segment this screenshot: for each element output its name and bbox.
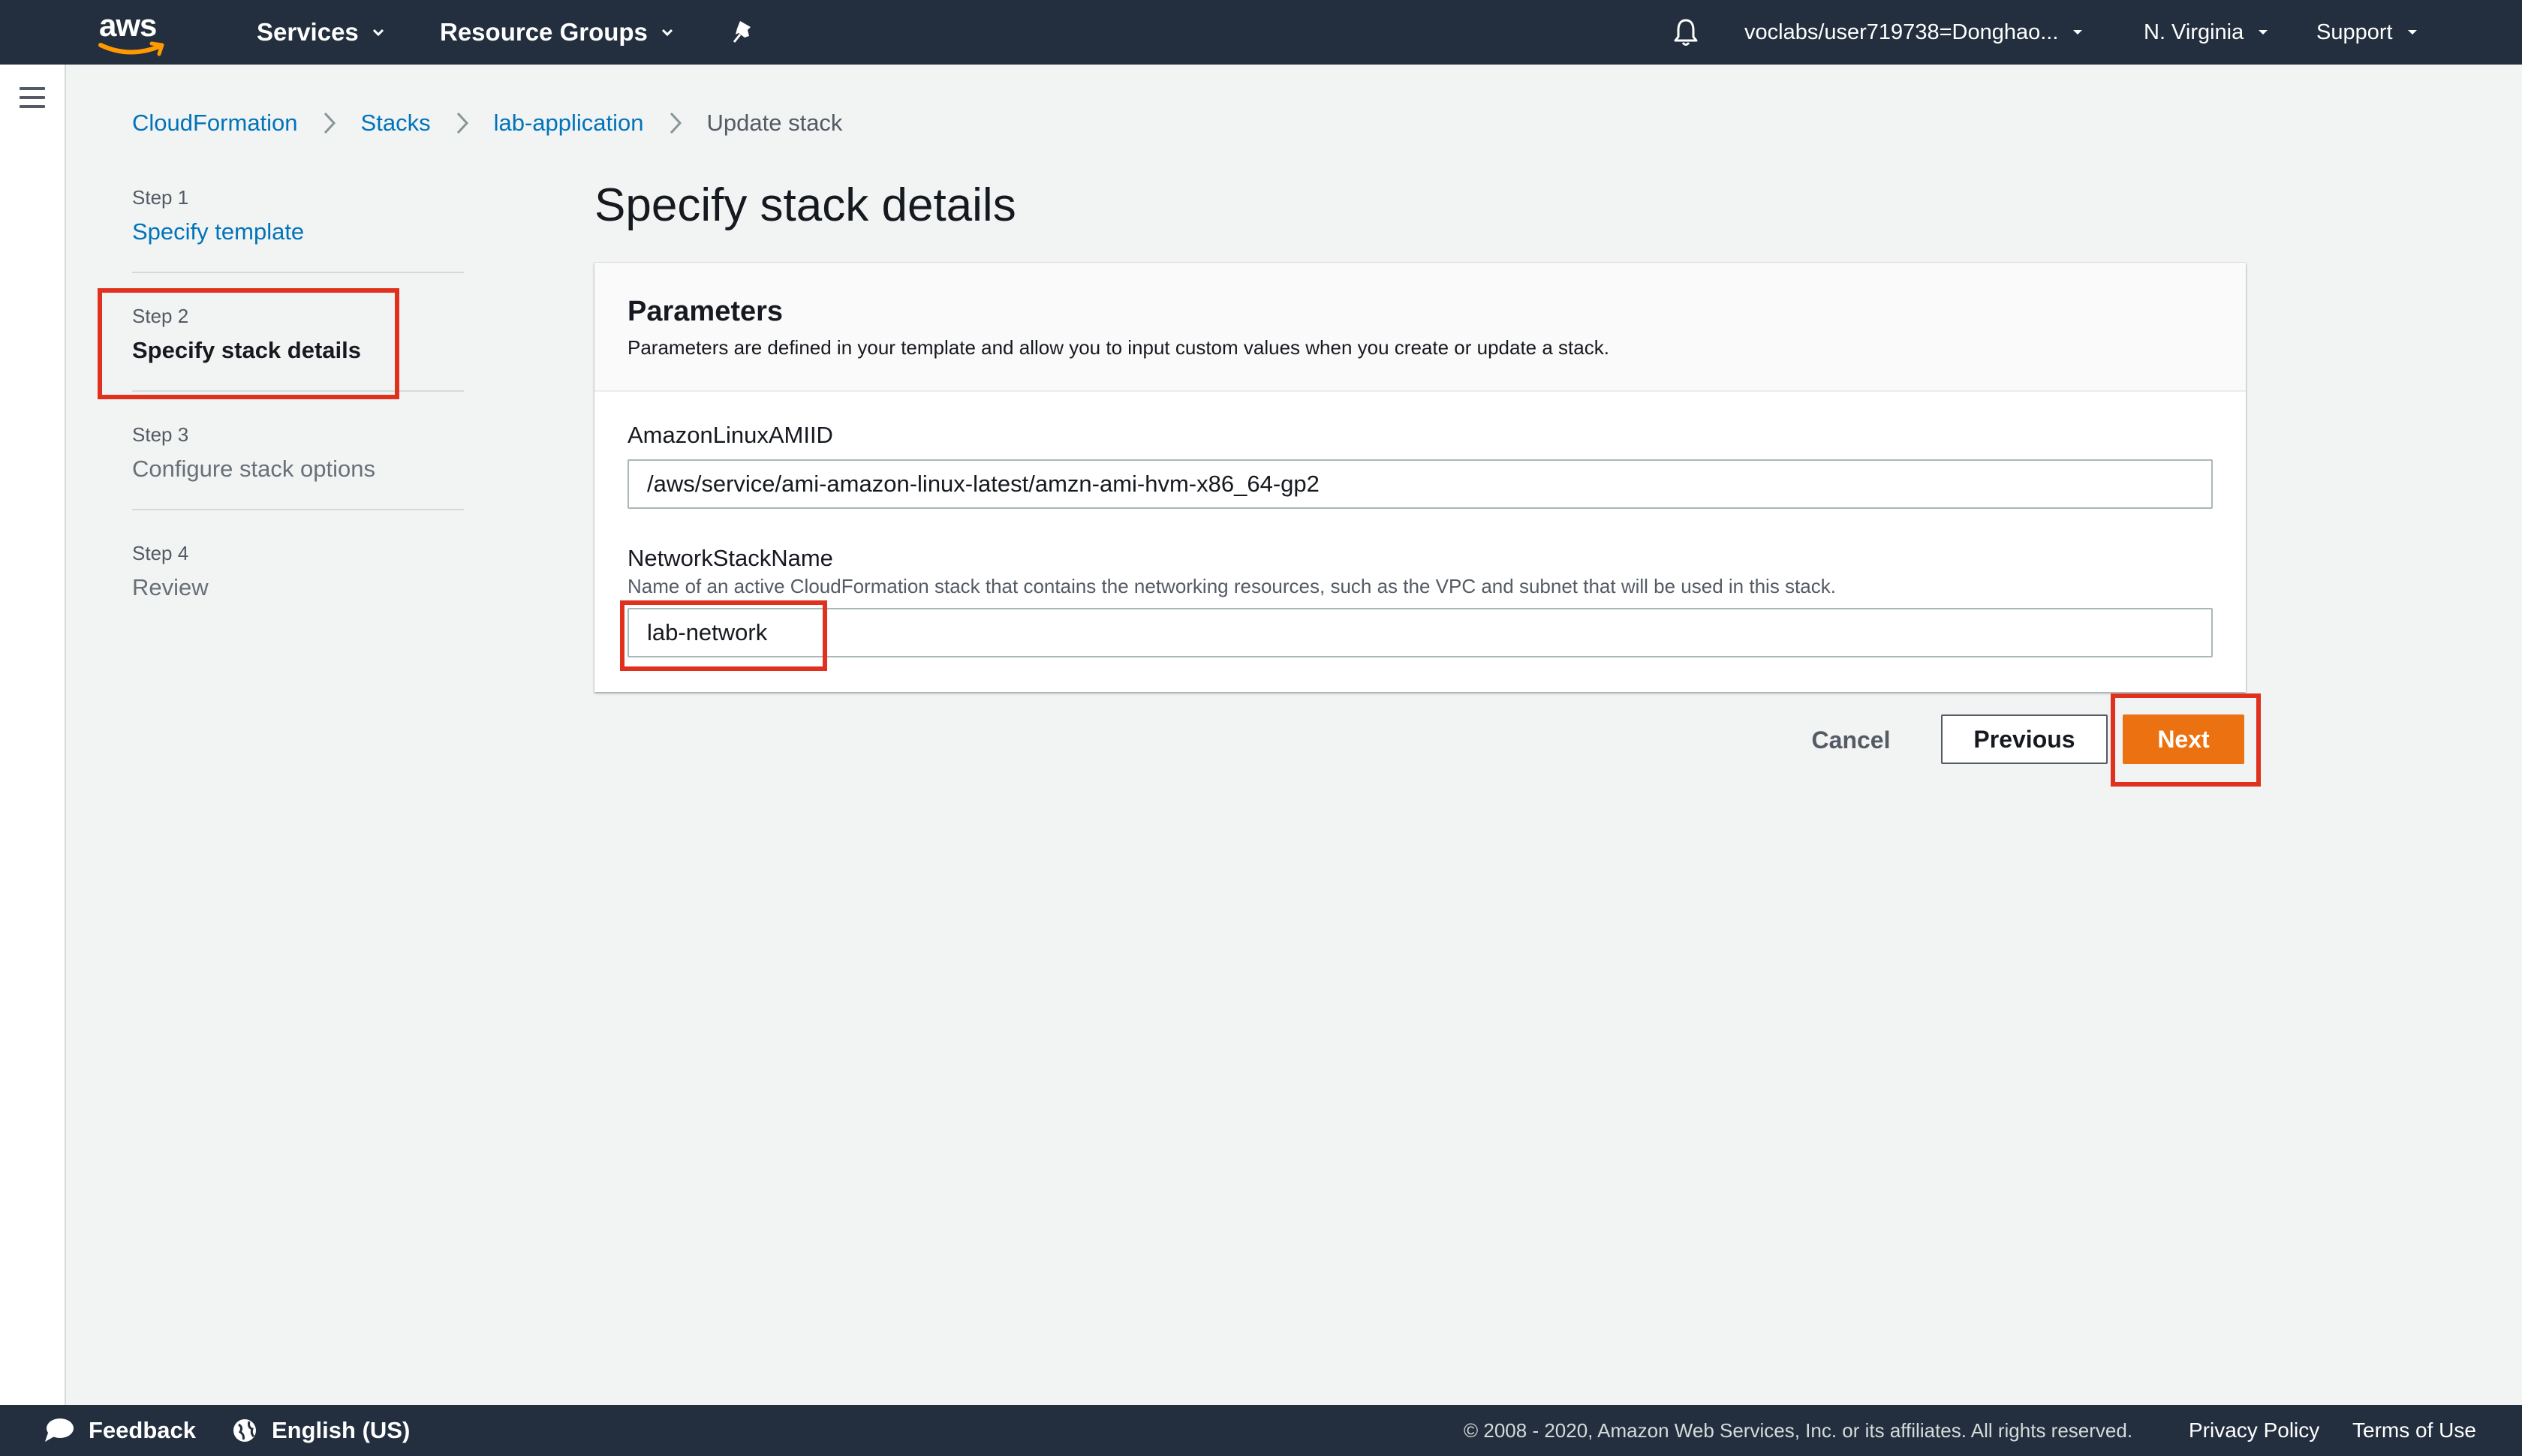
top-navigation-bar: aws Services Resource Groups voclabs/use…	[0, 0, 2522, 65]
account-menu[interactable]: voclabs/user719738=Donghao...	[1744, 0, 2084, 65]
pin-icon[interactable]	[730, 18, 757, 47]
aws-logo-text: aws	[99, 8, 157, 43]
services-menu[interactable]: Services	[257, 0, 384, 65]
step-number: Step 1	[132, 186, 189, 209]
breadcrumb-stacks[interactable]: Stacks	[361, 110, 431, 137]
chevron-down-icon	[2073, 30, 2083, 35]
step-number: Step 3	[132, 423, 189, 446]
region-menu[interactable]: N. Virginia	[2144, 0, 2269, 65]
services-menu-label: Services	[257, 18, 359, 46]
step-divider	[132, 272, 464, 273]
breadcrumb-cloudformation[interactable]: CloudFormation	[132, 110, 298, 137]
network-stack-name-input[interactable]: lab-network	[627, 608, 2213, 657]
privacy-policy-link[interactable]: Privacy Policy	[2189, 1405, 2319, 1456]
support-menu-label: Support	[2316, 20, 2393, 44]
support-menu[interactable]: Support	[2316, 0, 2418, 65]
hamburger-menu-icon[interactable]	[20, 87, 45, 108]
language-label: English (US)	[272, 1417, 411, 1443]
side-navigation-rail	[0, 65, 66, 1405]
aws-smile-icon	[98, 41, 164, 56]
panel-header: Parameters Parameters are defined in you…	[594, 263, 2246, 392]
panel-description: Parameters are defined in your template …	[627, 336, 1609, 359]
wizard-step-4: Step 4 Review	[132, 542, 464, 601]
page-title: Specify stack details	[594, 179, 1016, 231]
globe-icon	[233, 1419, 256, 1442]
step-divider	[132, 509, 464, 510]
chevron-right-icon	[456, 112, 468, 134]
wizard-step-1: Step 1 Specify template	[132, 186, 464, 245]
field-description-network-stack-name: Name of an active CloudFormation stack t…	[627, 575, 1836, 597]
step-title-configure-stack-options: Configure stack options	[132, 456, 375, 482]
panel-title: Parameters	[627, 296, 784, 327]
chevron-down-icon	[2259, 30, 2268, 35]
field-label-amazon-linux-ami-id: AmazonLinuxAMIID	[627, 422, 833, 448]
speech-bubble-icon	[45, 1418, 74, 1442]
chevron-down-icon	[372, 29, 384, 36]
wizard-step-3: Step 3 Configure stack options	[132, 423, 464, 483]
resource-groups-menu-label: Resource Groups	[440, 18, 648, 46]
amazon-linux-ami-id-input[interactable]: /aws/service/ami-amazon-linux-latest/amz…	[627, 459, 2213, 509]
terms-of-use-link[interactable]: Terms of Use	[2352, 1405, 2476, 1456]
resource-groups-menu[interactable]: Resource Groups	[440, 0, 673, 65]
cancel-button[interactable]: Cancel	[1794, 713, 1908, 767]
region-menu-label: N. Virginia	[2144, 20, 2244, 44]
previous-button[interactable]: Previous	[1941, 714, 2108, 764]
chevron-down-icon	[2407, 30, 2417, 35]
chevron-right-icon	[670, 112, 682, 134]
chevron-down-icon	[661, 29, 673, 36]
language-selector[interactable]: English (US)	[231, 1405, 410, 1456]
chevron-right-icon	[324, 112, 336, 134]
breadcrumb-current: Update stack	[706, 110, 843, 136]
highlight-box-network-stack-value	[620, 600, 827, 671]
highlight-box-step-2	[98, 288, 399, 399]
feedback-link[interactable]: Feedback	[44, 1405, 196, 1456]
step-title-specify-template[interactable]: Specify template	[132, 218, 464, 245]
bell-icon[interactable]	[1671, 17, 1701, 48]
footer-bar: Feedback English (US) © 2008 - 2020, Ama…	[0, 1405, 2522, 1456]
aws-logo[interactable]: aws	[96, 8, 171, 57]
highlight-box-next-button	[2111, 693, 2261, 787]
field-label-network-stack-name: NetworkStackName	[627, 545, 833, 571]
account-menu-label: voclabs/user719738=Donghao...	[1744, 20, 2059, 44]
copyright-text: © 2008 - 2020, Amazon Web Services, Inc.…	[1464, 1418, 2133, 1442]
step-title-review: Review	[132, 574, 209, 600]
breadcrumb: CloudFormation Stacks lab-application Up…	[132, 108, 842, 138]
parameters-panel: Parameters Parameters are defined in you…	[594, 263, 2246, 692]
feedback-label: Feedback	[89, 1417, 197, 1443]
breadcrumb-lab-application[interactable]: lab-application	[494, 110, 644, 137]
step-number: Step 4	[132, 542, 189, 564]
